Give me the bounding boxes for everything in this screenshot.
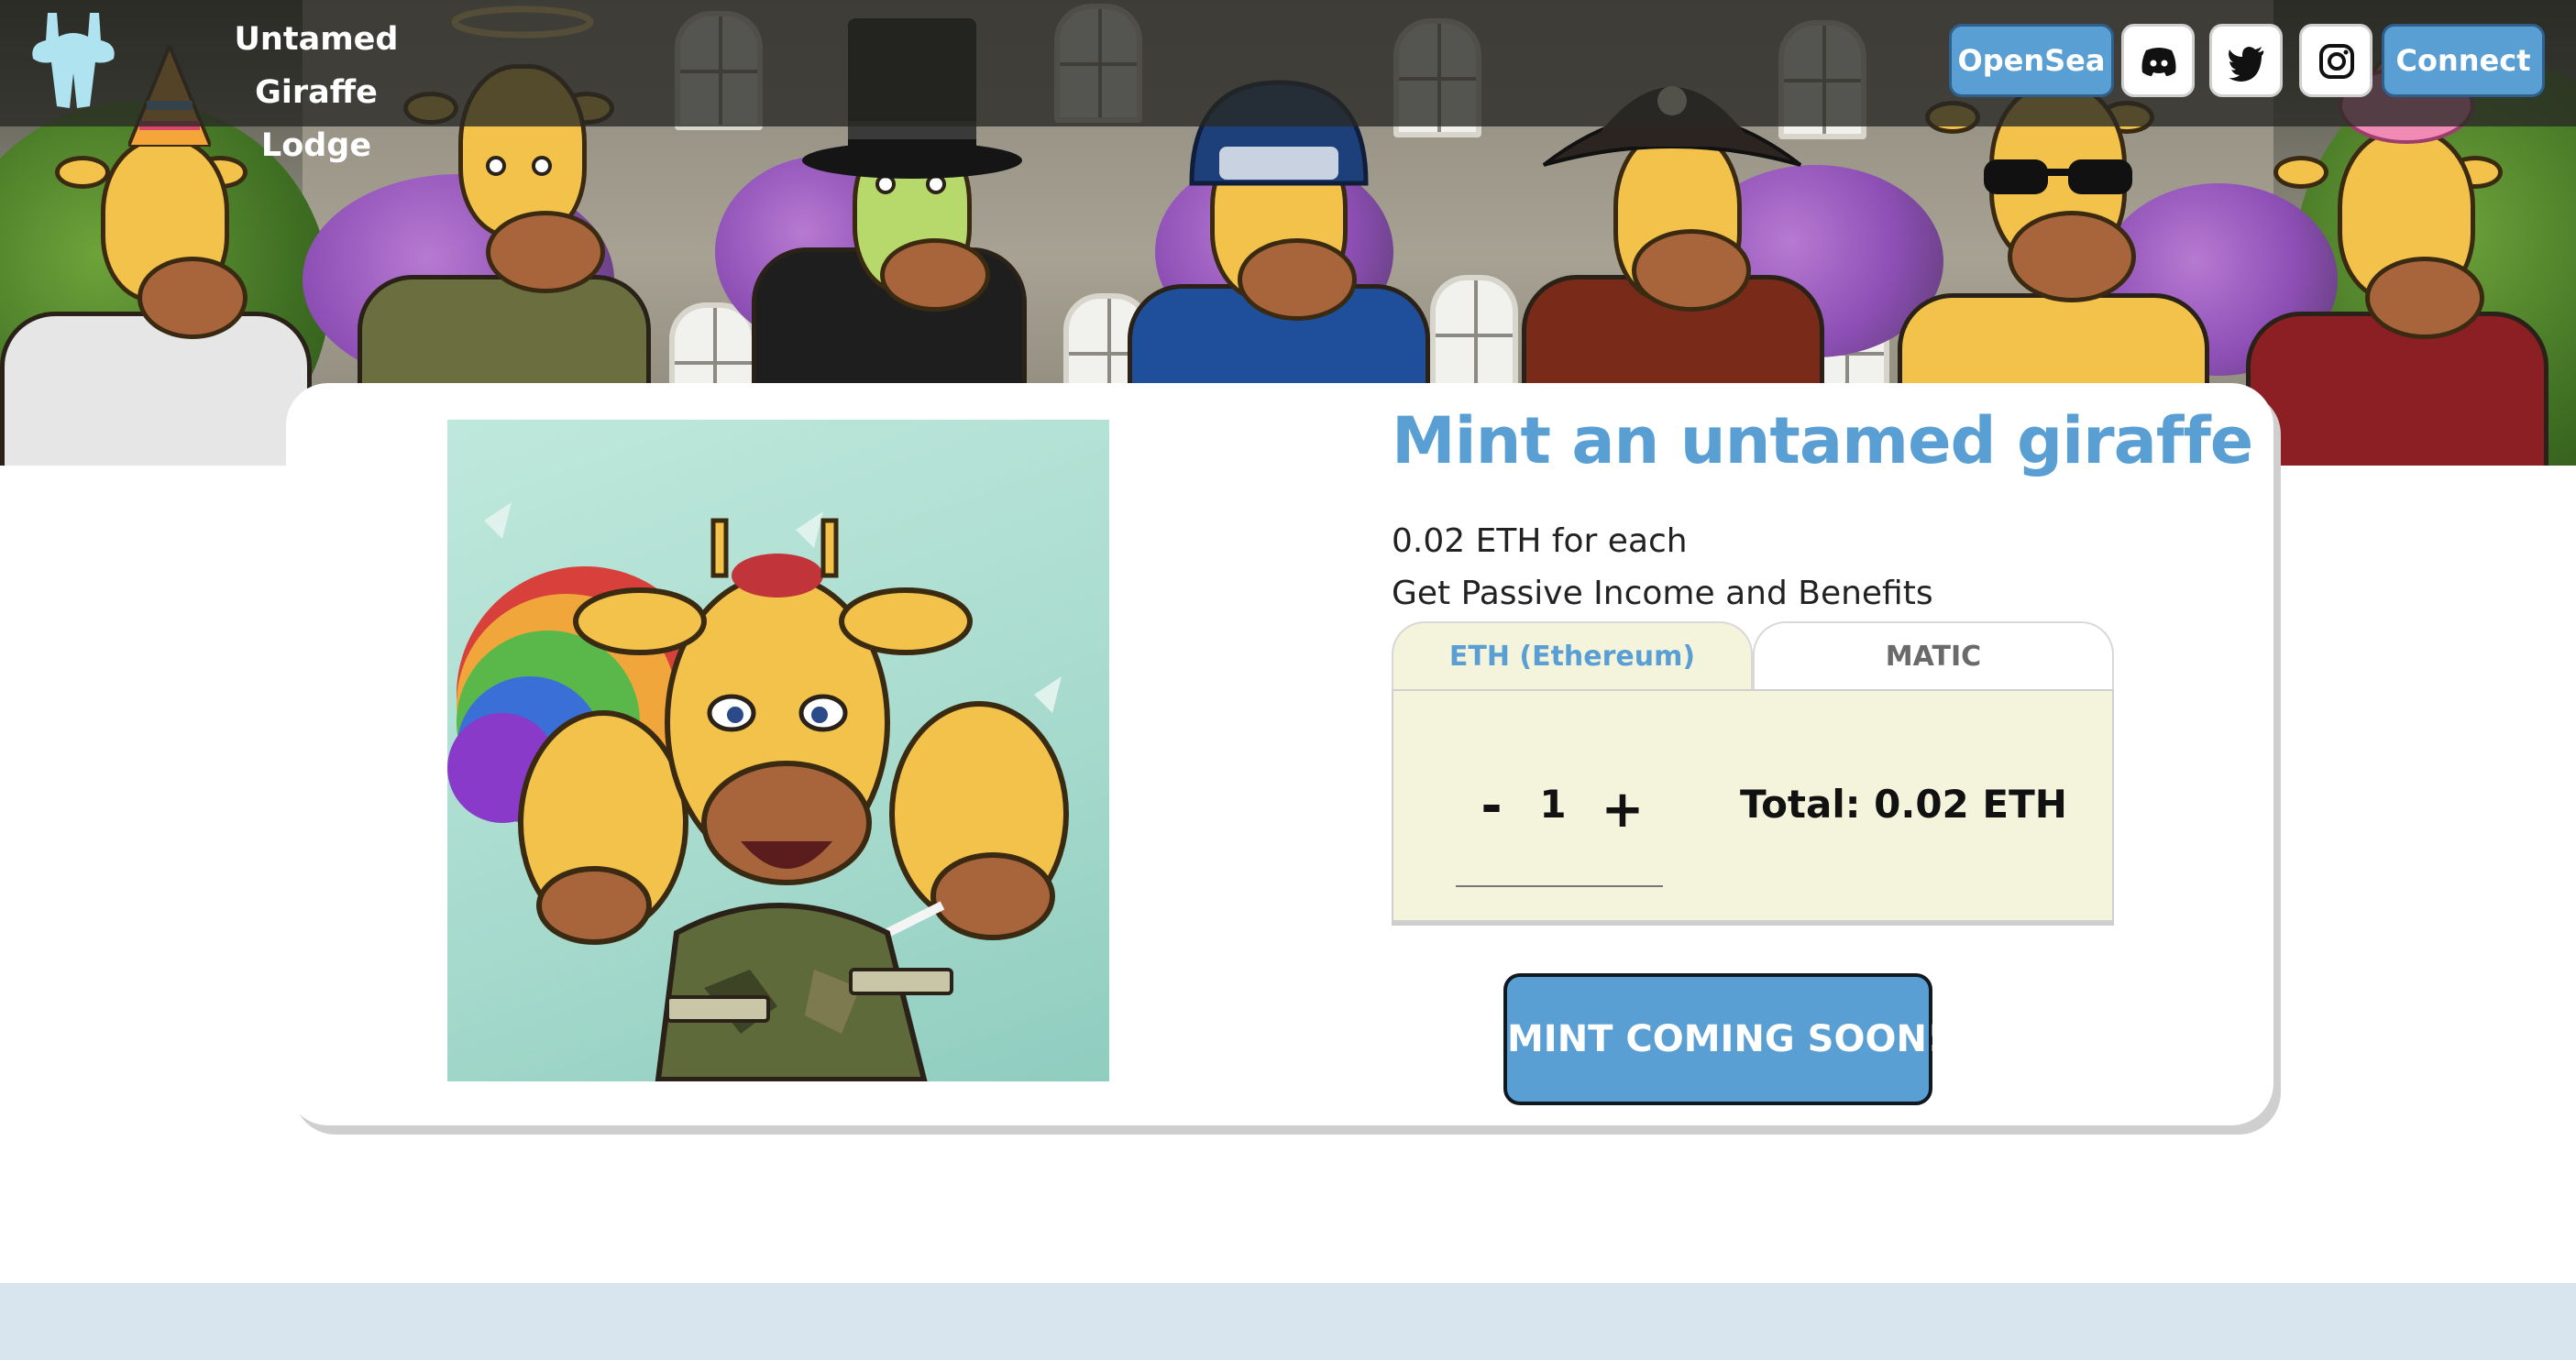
mint-title: Mint an untamed giraffe [1392,403,2253,478]
mint-button[interactable]: MINT COMING SOON! [1503,973,1943,1105]
benefit-text: Get Passive Income and Benefits [1392,575,1933,612]
twitter-button[interactable] [2209,24,2283,97]
footer-band [0,1283,2576,1360]
total-price: Total: 0.02 ETH [1740,782,2067,827]
opensea-button[interactable]: OpenSea [1949,24,2114,97]
top-navbar: Untamed Giraffe Lodge OpenSea Connect [0,0,2576,164]
tab-eth[interactable]: ETH (Ethereum) [1392,621,1753,691]
giraffe-group-artwork [447,502,1069,1081]
quantity-value[interactable]: 1 [1527,775,1579,834]
discord-icon [2141,48,2176,76]
quantity-underline [1456,885,1663,887]
quantity-decrement-button[interactable]: - [1472,777,1511,836]
giraffe-head-logo[interactable] [29,9,117,110]
brand-line-2: Lodge [260,127,372,164]
tab-matic[interactable]: MATIC [1753,621,2114,691]
quantity-increment-button[interactable]: + [1601,781,1645,839]
connect-wallet-button[interactable]: Connect [2382,24,2545,97]
price-text: 0.02 ETH for each [1392,522,1688,560]
discord-button[interactable] [2121,24,2195,97]
instagram-button[interactable] [2299,24,2372,97]
brand-line-1: Untamed Giraffe [234,21,399,111]
instagram-icon [2319,44,2354,79]
brand-name[interactable]: Untamed Giraffe Lodge [174,13,458,172]
twitter-icon [2229,47,2264,82]
mansion-window [1430,275,1518,394]
nft-preview-image [447,420,1109,1081]
